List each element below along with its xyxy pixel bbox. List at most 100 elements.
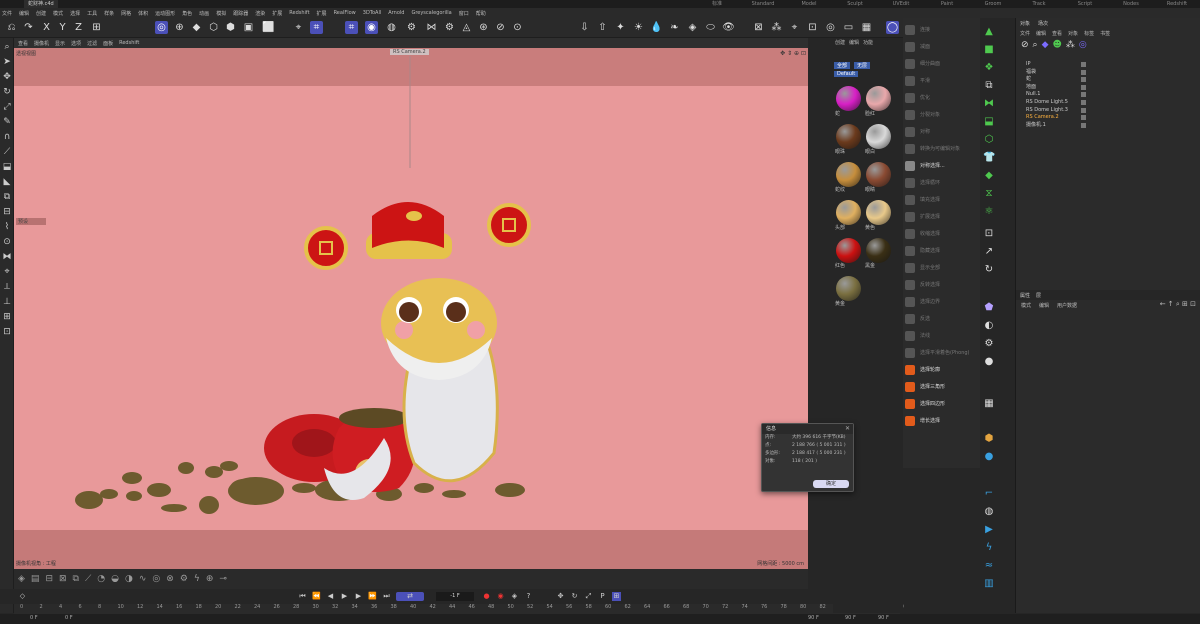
ipr-icon[interactable]: ◎ [824,21,837,34]
record-icon[interactable]: ● [482,592,491,601]
viewport-menu-item[interactable]: 查看 [18,40,28,47]
object-menu-item[interactable]: 标签 [1084,30,1094,37]
command-item[interactable]: 收缩选择 [905,226,977,241]
command-item[interactable]: 选择四边形 [905,396,977,411]
loop-range-icon[interactable]: ⇄ [396,592,424,601]
cube-icon[interactable]: ◆ [190,21,203,34]
next-frame-icon[interactable]: ▶ [354,592,363,601]
play-icon[interactable]: ▶ [340,592,349,601]
loop-cut-icon[interactable]: ⊟ [1,206,13,218]
joint-icon[interactable]: ⊗ [166,574,174,584]
autokey-icon[interactable]: ◉ [496,592,505,601]
cube-object-icon[interactable]: ■ [983,44,995,56]
menu-item[interactable]: 扩展 [317,10,327,17]
material-menu-item[interactable]: 创建 [835,39,845,46]
menu-item[interactable]: 渲染 [255,10,265,17]
layout-tab[interactable]: Redshift [1154,0,1200,8]
layers-icon[interactable]: ◆ [983,170,995,182]
wave-icon[interactable]: ∿ [139,574,147,584]
clapboard-icon[interactable]: ▭ [842,21,855,34]
material-swatch[interactable]: 头部 [835,200,861,232]
box-icon[interactable]: ⊠ [59,574,67,584]
command-item[interactable]: 分裂对象 [905,107,977,122]
close-icon[interactable]: ✕ [845,424,850,434]
axis-icon[interactable]: ⊥ [1,296,13,308]
snap-icon[interactable]: ⌖ [1,266,13,278]
render-view-icon[interactable]: ◍ [385,21,398,34]
curve-icon[interactable]: ◔ [97,574,105,584]
material-menu-item[interactable]: 功能 [863,39,873,46]
globe-icon[interactable]: ● [983,451,995,463]
object-menu-item[interactable]: 查看 [1052,30,1062,37]
brush-tool-icon[interactable]: ⟋ [85,574,91,584]
layout-tab[interactable]: Groom [970,0,1016,8]
menu-item[interactable]: 选择 [70,10,80,17]
visibility-dot-icon[interactable] [1081,77,1086,83]
key-param-icon[interactable]: P [598,592,607,601]
menu-item[interactable]: 运动图形 [155,10,175,17]
move-icon[interactable]: ⊕ [173,21,186,34]
undo-icon[interactable]: ⎌ [5,21,18,34]
film-icon[interactable]: ▦ [860,21,873,34]
boole-icon[interactable]: ⬓ [983,116,995,128]
visibility-dot-icon[interactable] [1081,107,1086,113]
layout-tab[interactable]: Model [786,0,832,8]
go-start-icon[interactable]: ⏮ [298,592,307,601]
visibility-dot-icon[interactable] [1081,100,1086,105]
visibility-dot-icon[interactable] [1081,69,1086,75]
rotate-icon[interactable]: ↻ [1,86,13,98]
command-item[interactable]: 反选 [905,311,977,326]
key-grid-icon[interactable]: ⊞ [612,592,621,601]
select-icon[interactable]: ➤ [1,56,13,68]
menu-item[interactable]: Arnold [388,10,404,16]
menu-item[interactable]: 体积 [138,10,148,17]
split-icon[interactable]: ⧉ [983,80,995,92]
object-menu-item[interactable]: 文件 [1020,30,1030,37]
live-selection-icon[interactable]: ◎ [155,21,168,34]
workplane-tool-icon[interactable]: ⊞ [1,311,13,323]
material-menu-item[interactable]: 编辑 [849,39,859,46]
arnold-icon[interactable]: ◬ [460,21,473,34]
butterfly-icon[interactable]: ⋈ [425,21,438,34]
layout-tab[interactable]: 标准 [694,0,740,8]
viewport-menu-item[interactable]: 摄像机 [34,40,49,47]
magnet-icon[interactable]: ∩ [1,131,13,143]
transform-icon[interactable]: ⌖ [788,21,801,34]
brush-icon[interactable]: ⌇ [1,221,13,233]
extrude-icon[interactable]: ⬓ [1,161,13,173]
command-item[interactable]: 细分曲面 [905,56,977,71]
enable-snap-icon[interactable]: ⌖ [292,21,305,34]
command-item[interactable]: 对称 [905,124,977,139]
no-entry-icon[interactable]: ⊘ [1021,40,1029,50]
mirror-icon[interactable]: ⧓ [1,251,13,263]
layout-tab[interactable]: Standard [740,0,786,8]
key-selection-icon[interactable]: ◈ [510,592,519,601]
visibility-dot-icon[interactable] [1081,115,1086,121]
command-item[interactable]: 反转选择 [905,277,977,292]
command-item[interactable]: 增长选择 [905,413,977,428]
clone-icon[interactable]: ❖ [983,62,995,74]
layout-tab[interactable]: Script [1062,0,1108,8]
play-circle-icon[interactable]: ▶ [983,524,995,536]
move-tool-icon[interactable]: ✥ [1,71,13,83]
attribute-menu-item[interactable]: 用户数据 [1057,302,1077,309]
object-menu-item[interactable]: 对象 [1068,30,1078,37]
menu-item[interactable]: 文件 [2,10,12,17]
prev-frame-icon[interactable]: ◀ [326,592,335,601]
command-item[interactable]: 选择边界 [905,294,977,309]
symmetry-icon[interactable]: ⧓ [983,98,995,110]
key-help-icon[interactable]: ? [524,592,533,601]
sun-icon[interactable]: ☀ [632,21,645,34]
axis-z-button[interactable]: Z [72,21,85,34]
triangle-icon[interactable]: ▲ [983,26,995,38]
command-item[interactable]: 选择轮廓 [905,362,977,377]
atom-icon[interactable]: ⚛ [983,206,995,218]
material-swatch[interactable]: 红色 [835,238,861,270]
command-item[interactable]: 显示全部 [905,260,977,275]
bridge-icon[interactable]: ⧉ [1,191,13,203]
render-settings-icon[interactable]: ⚙ [405,21,418,34]
gear-tool-icon[interactable]: ⚙ [180,574,188,584]
menu-item[interactable]: RealFlow [334,10,356,16]
menu-item[interactable]: 跟踪器 [233,10,248,17]
knife-icon[interactable]: ⟋ [1,146,13,158]
